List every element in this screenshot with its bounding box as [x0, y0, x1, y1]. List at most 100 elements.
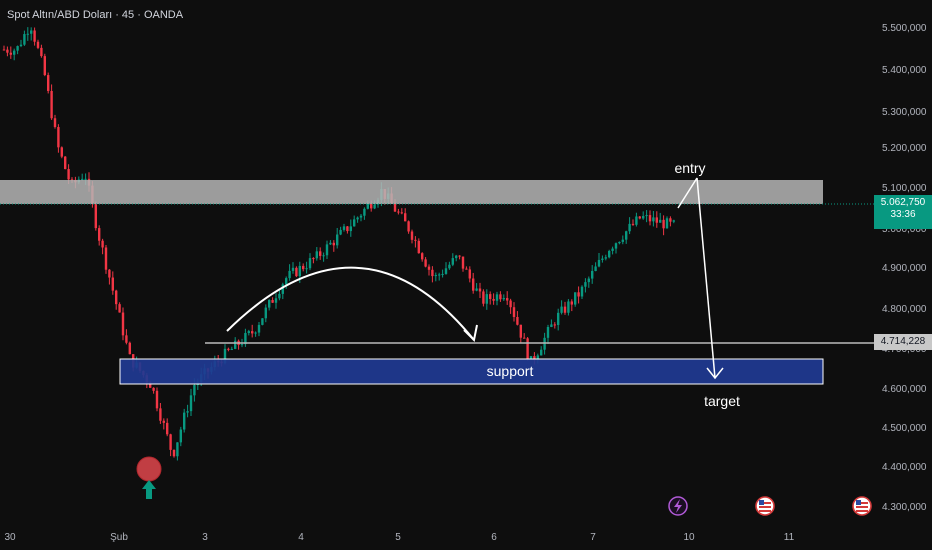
candle-body	[604, 257, 607, 259]
candle-body	[30, 30, 33, 34]
candle-body	[6, 49, 9, 53]
x-tick-label: Şub	[110, 532, 128, 543]
candle-body	[261, 318, 264, 325]
candle-body	[305, 268, 308, 270]
candle-body	[577, 292, 580, 297]
candle-body	[346, 226, 349, 232]
candle-body	[543, 337, 546, 350]
candle-body	[115, 290, 118, 305]
candle-body	[193, 385, 196, 396]
candle-body	[523, 337, 526, 339]
candle-body	[33, 30, 36, 42]
candle-body	[618, 241, 621, 244]
candle-body	[94, 203, 97, 229]
candle-body	[506, 298, 509, 301]
chart-title: Spot Altın/ABD Doları · 45 · OANDA	[7, 9, 184, 21]
countdown-value: 33:36	[890, 209, 916, 220]
candle-body	[125, 335, 128, 343]
candle-body	[475, 288, 478, 291]
candle-body	[472, 278, 475, 291]
candle-body	[166, 422, 169, 435]
candle-body	[495, 294, 499, 301]
candle-body	[601, 258, 604, 260]
candle-body	[512, 307, 516, 317]
candle-body	[655, 217, 658, 223]
candle-body	[560, 306, 563, 313]
x-tick-label: 3	[202, 532, 208, 543]
candle-body	[101, 240, 104, 248]
candle-body	[366, 203, 369, 209]
candle-body	[550, 324, 553, 327]
candle-body	[271, 300, 274, 303]
candle-body	[580, 286, 584, 297]
candle-body	[81, 178, 84, 180]
candle-body	[13, 50, 16, 55]
candle-body	[60, 147, 63, 157]
candle-body	[567, 301, 570, 313]
candle-body	[67, 169, 70, 180]
candle-body	[19, 44, 23, 47]
candle-body	[628, 223, 631, 232]
candle-body	[257, 324, 261, 333]
candle-body	[295, 267, 298, 277]
candle-body	[414, 239, 417, 241]
candle-body	[159, 408, 162, 421]
candle-body	[57, 127, 60, 148]
candle-body	[635, 216, 638, 225]
candle-body	[189, 395, 193, 412]
candle-body	[373, 204, 376, 209]
candle-body	[438, 274, 441, 276]
candle-body	[638, 216, 641, 219]
candle-body	[240, 344, 244, 346]
candle-body	[291, 267, 295, 271]
candle-body	[169, 434, 172, 450]
candle-body	[349, 226, 352, 232]
candle-body	[427, 266, 431, 270]
candle-body	[662, 219, 665, 229]
candle-body	[104, 247, 108, 270]
candle-body	[128, 342, 131, 355]
candle-body	[393, 203, 397, 212]
candle-body	[485, 294, 488, 304]
candle-body	[40, 47, 43, 57]
x-tick-label: 30	[4, 532, 16, 543]
candle-body	[64, 156, 67, 170]
current-price-tag: 5.062,750 33:36	[874, 195, 932, 229]
candle-body	[315, 251, 318, 259]
candle-body	[329, 242, 332, 245]
candle-body	[186, 411, 189, 413]
candle-body	[172, 449, 176, 457]
candle-body	[308, 258, 312, 269]
candle-body	[285, 278, 288, 285]
candle-body	[227, 348, 230, 350]
candle-body	[98, 228, 101, 241]
candle-body	[43, 56, 46, 76]
us-flag-icon[interactable]	[755, 496, 775, 516]
candle-body	[230, 348, 233, 350]
candle-body	[642, 216, 645, 219]
candle-body	[302, 265, 305, 270]
candle-body	[509, 300, 512, 308]
candle-body	[489, 294, 492, 299]
candle-body	[451, 258, 454, 265]
y-tick-label: 5.300,000	[882, 107, 927, 118]
lightning-icon[interactable]	[668, 496, 688, 516]
candle-body	[332, 242, 335, 246]
candle-body	[621, 239, 624, 242]
candle-body	[519, 324, 522, 338]
candle-body	[339, 229, 342, 235]
candle-body	[162, 420, 165, 423]
price-chart[interactable]: support entry target 5.500,000 5.400,000 5…	[0, 0, 932, 550]
candle-body	[410, 231, 414, 240]
x-tick-label: 4	[298, 532, 304, 543]
candle-body	[183, 412, 186, 430]
us-flag-icon[interactable]	[852, 496, 872, 516]
candle-body	[584, 282, 587, 287]
candle-body	[234, 340, 237, 349]
y-tick-label: 4.800,000	[882, 304, 927, 315]
y-tick-label: 5.400,000	[882, 65, 927, 76]
candle-body	[319, 251, 322, 256]
candle-body	[370, 203, 373, 209]
candle-body	[455, 255, 458, 259]
candle-body	[36, 41, 40, 48]
